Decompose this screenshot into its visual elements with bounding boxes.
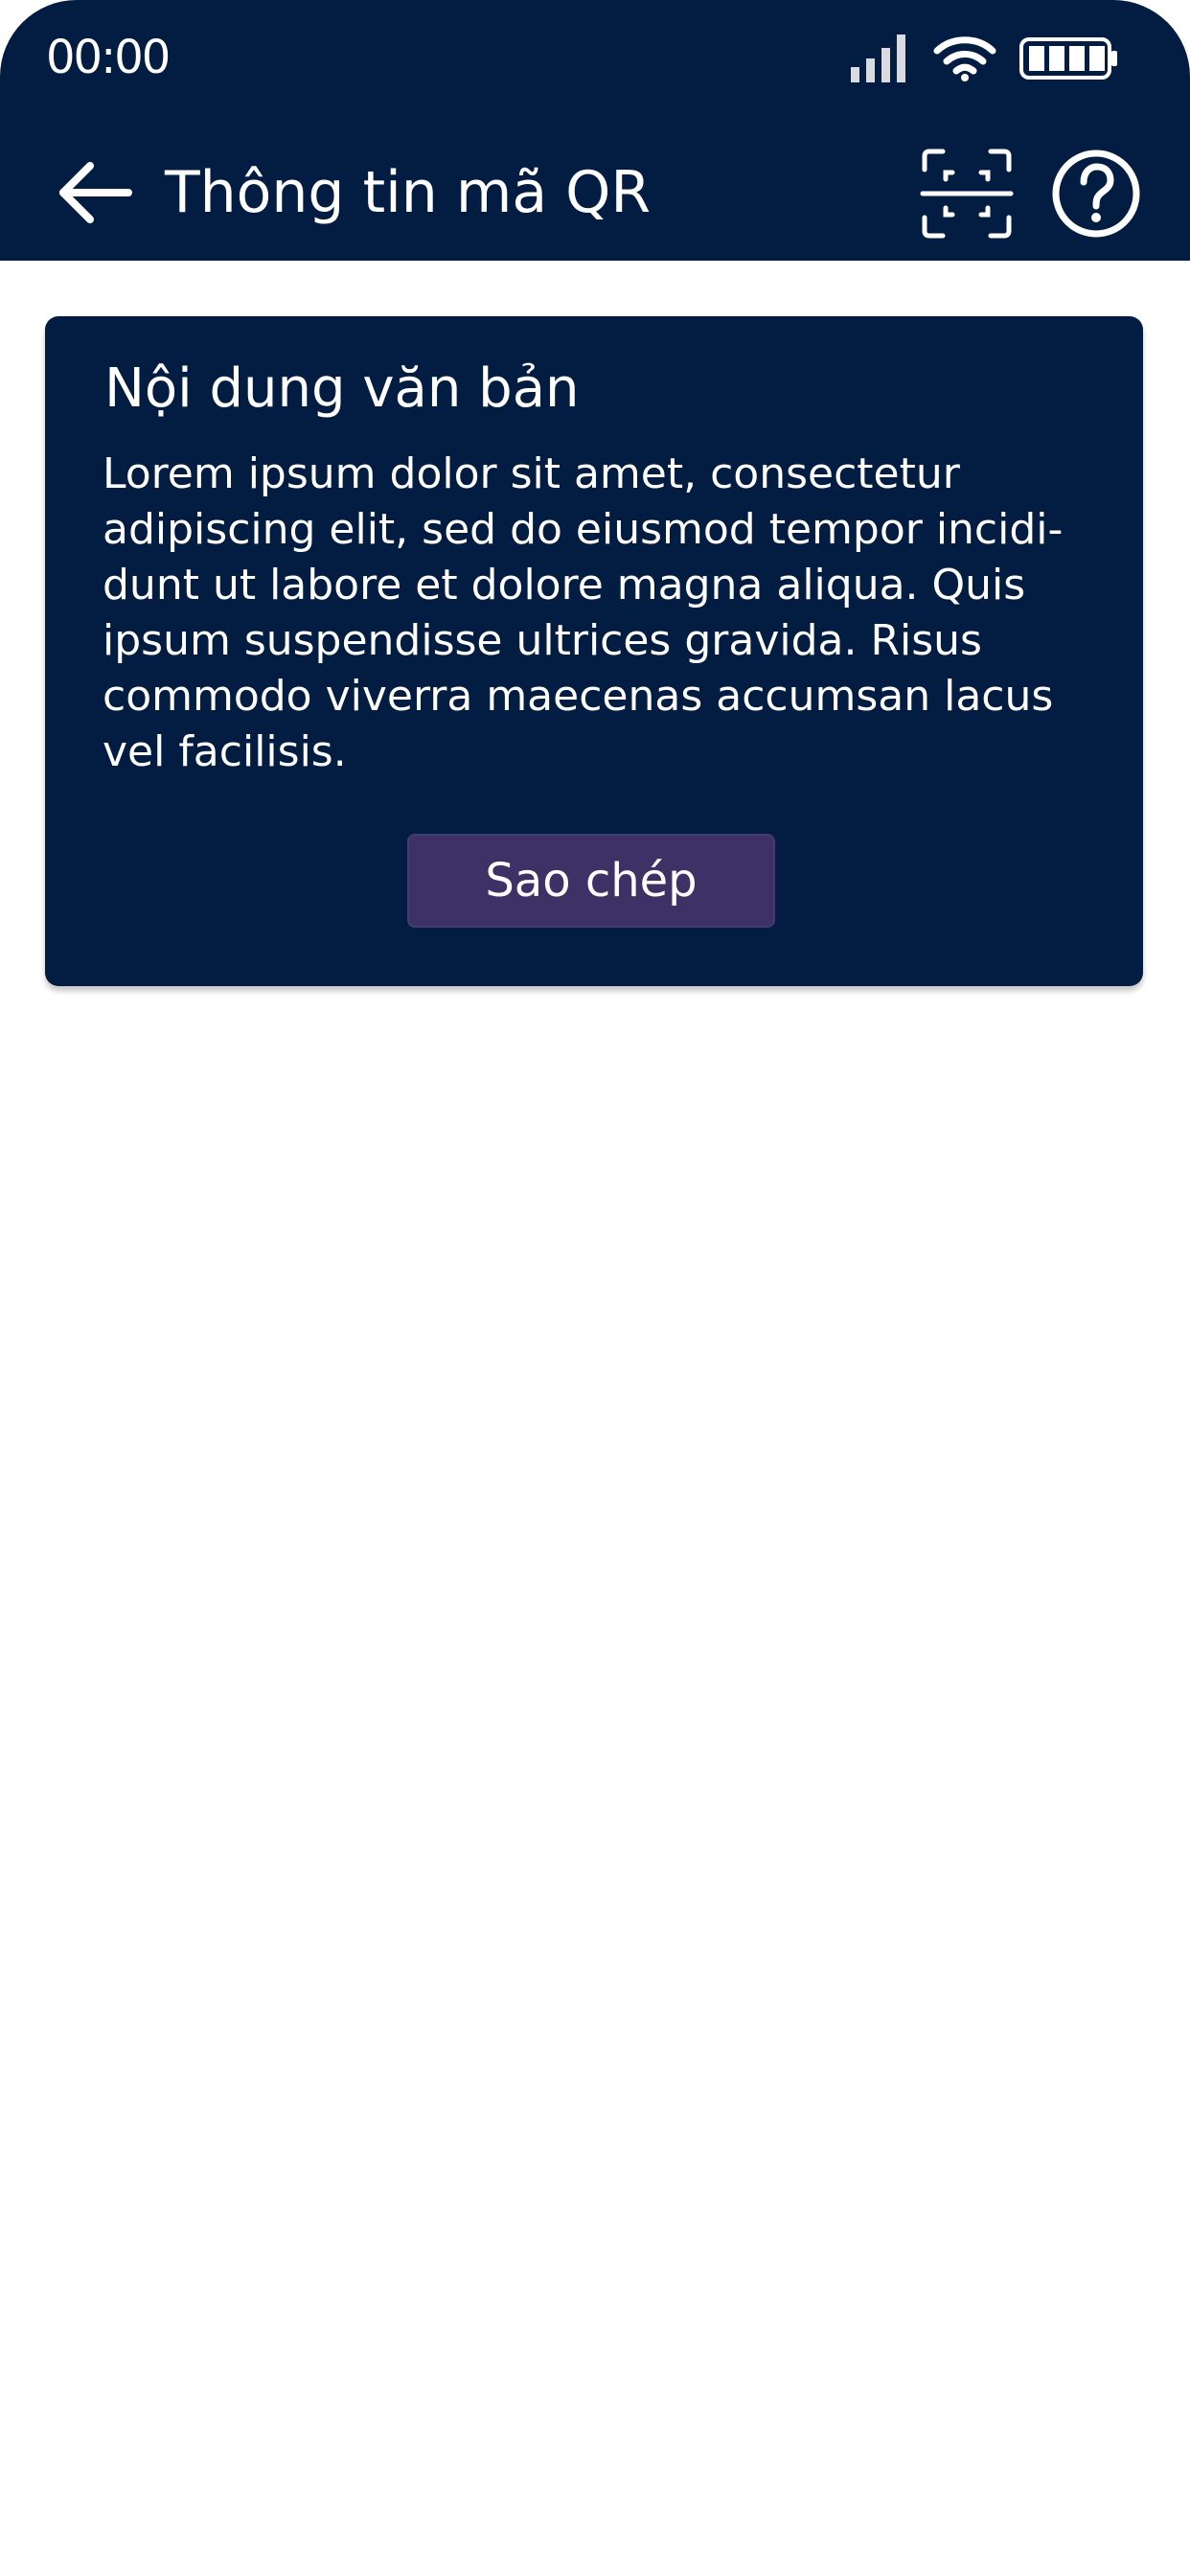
qr-scan-icon[interactable] xyxy=(920,147,1014,241)
battery-icon xyxy=(1019,37,1117,80)
copy-button[interactable]: Sao chép xyxy=(407,834,775,928)
card-title: Nội dung văn bản xyxy=(104,357,580,420)
wifi-icon xyxy=(933,36,996,81)
help-icon[interactable] xyxy=(1050,148,1142,240)
back-arrow-icon[interactable] xyxy=(56,158,136,227)
text-content-card: Nội dung văn bản Lorem ipsum dolor sit a… xyxy=(45,316,1143,986)
page-title: Thông tin mã QR xyxy=(165,159,652,226)
qr-text-content: Lorem ipsum dolor sit amet, consectetur … xyxy=(103,449,1064,776)
signal-icon xyxy=(851,34,905,82)
navigation-header: Thông tin mã QR xyxy=(0,134,1190,253)
qr-info-screen: 00:00 Thông tin mã QR Nội dung văn bản L… xyxy=(0,0,1190,2576)
status-icons xyxy=(851,34,1138,84)
app-header: 00:00 Thông tin mã QR xyxy=(0,0,1190,261)
status-time: 00:00 xyxy=(46,31,171,84)
